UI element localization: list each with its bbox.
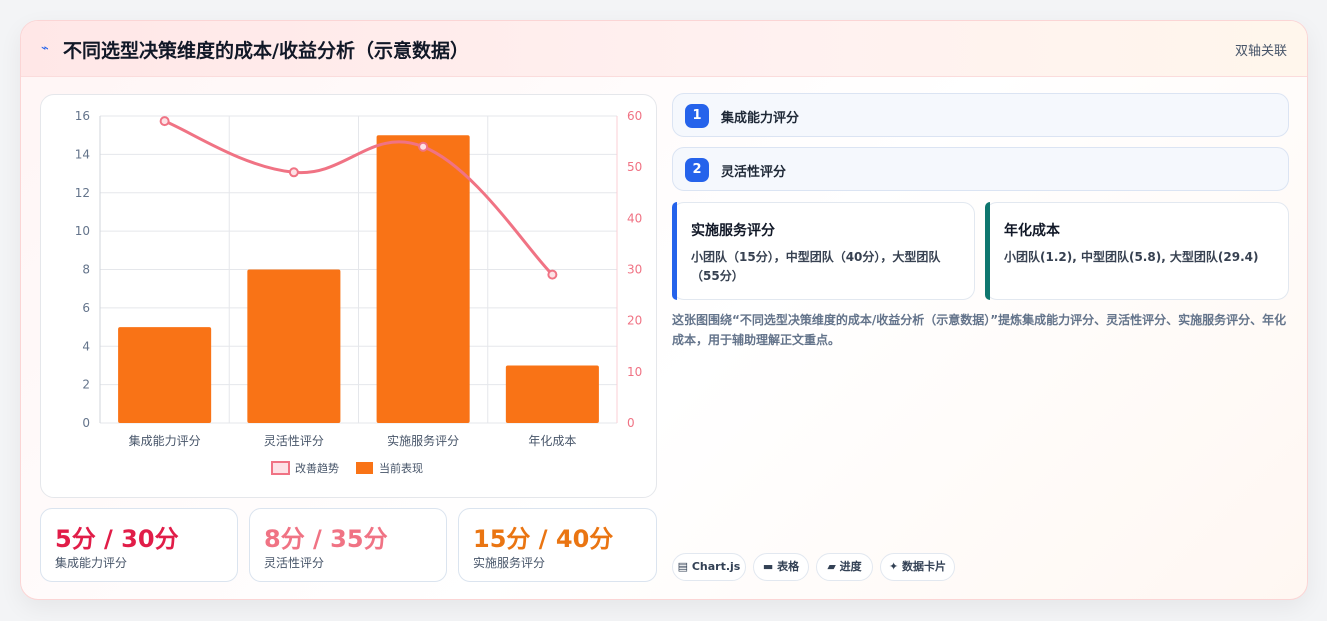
trend-point-2 [418,141,429,152]
info-title: 实施服务评分 [691,223,775,239]
info-card-cost: 年化成本 小团队(1.2), 中型团队(5.8), 大型团队(29.4) [985,202,1289,300]
stat-card-integration: 5分 / 30分 集成能力评分 [40,508,238,582]
y-right-tick-label: 40 [627,211,642,225]
stat-label: 实施服务评分 [473,556,546,570]
y-left-tick-label: 8 [82,263,90,277]
tag-progress[interactable]: ▰ 进度 [816,553,873,581]
x-tick-label: 实施服务评分 [387,433,459,448]
y-left-tick-label: 16 [75,109,90,123]
legend-swatch-trend [271,461,290,475]
legend-swatch-current [356,462,373,474]
accent-bar [985,202,990,300]
stat-label: 灵活性评分 [264,556,325,570]
step-item-1[interactable]: 1 集成能力评分 [672,93,1289,137]
bar-1 [247,269,341,423]
lightning-icon: ⌁ [41,41,49,56]
stat-card-flexibility: 8分 / 35分 灵活性评分 [249,508,447,582]
bar-2 [376,135,470,423]
y-right-tick-label: 10 [627,365,642,379]
accent-bar [672,202,677,300]
y-right-tick-label: 30 [627,263,642,277]
info-body: 小团队（15分），中型团队（40分），大型团队（55分） [691,250,941,283]
stat-value: 8分 / 35分 [264,525,388,553]
main-card: ⌁ 不同选型决策维度的成本/收益分析（示意数据） 双轴关联 0 2 4 6 8 10 12 1… [20,20,1308,600]
trend-point-1 [288,167,299,178]
x-tick-label: 集成能力评分 [129,433,201,448]
y-left-tick-label: 12 [75,186,90,200]
description-text: 这张图围绕“不同选型决策维度的成本/收益分析（示意数据）”提炼集成能力评分、灵活… [672,313,1287,347]
step-label: 灵活性评分 [721,165,787,180]
step-number: 2 [685,158,709,182]
y-right-tick-label: 50 [627,160,642,174]
bar-0 [118,327,212,423]
y-left-tick-label: 10 [75,224,90,238]
step-item-2[interactable]: 2 灵活性评分 [672,147,1289,191]
y-right-tick-label: 20 [627,314,642,328]
info-body: 小团队(1.2), 中型团队(5.8), 大型团队(29.4) [1004,250,1259,264]
tag-data-card[interactable]: ✦ 数据卡片 [880,553,955,581]
x-tick-label: 灵活性评分 [264,434,324,448]
y-left-tick-label: 2 [82,378,90,392]
y-right-tick-label: 60 [627,109,642,123]
stat-label: 集成能力评分 [55,556,128,570]
legend-label-current: 当前表现 [379,461,423,475]
stat-value: 15分 / 40分 [473,525,614,553]
header: ⌁ 不同选型决策维度的成本/收益分析（示意数据） 双轴关联 [21,21,1307,77]
y-left-tick-label: 0 [82,416,90,430]
stat-value: 5分 / 30分 [55,525,179,553]
step-number: 1 [685,104,709,128]
legend-label-trend: 改善趋势 [295,461,339,475]
combo-chart: 0 2 4 6 8 10 12 14 16 0 10 20 30 40 50 60 集成能力评分 灵活性评分 实… [75,109,642,475]
page-title: 不同选型决策维度的成本/收益分析（示意数据） [63,40,469,62]
bar-3 [505,365,599,423]
y-right-tick-label: 0 [627,416,635,430]
info-card-service: 实施服务评分 小团队（15分），中型团队（40分），大型团队（55分） [672,202,975,300]
y-left-tick-label: 6 [82,301,90,315]
tag-table[interactable]: ▬ 表格 [753,553,809,581]
step-label: 集成能力评分 [721,111,800,126]
stat-card-service: 15分 / 40分 实施服务评分 [458,508,657,582]
y-left-tick-label: 14 [75,147,90,161]
chart-container: 0 2 4 6 8 10 12 14 16 0 10 20 30 40 50 60 集成能力评分 灵活性评分 实… [40,94,657,498]
x-tick-label: 年化成本 [528,434,576,448]
info-title: 年化成本 [1004,223,1060,239]
trend-point-3 [547,269,558,280]
dual-axis-label: 双轴关联 [1234,44,1287,59]
tag-chartjs[interactable]: ▤ Chart.js [672,553,746,581]
trend-point-0 [159,116,170,127]
y-left-tick-label: 4 [82,339,90,353]
